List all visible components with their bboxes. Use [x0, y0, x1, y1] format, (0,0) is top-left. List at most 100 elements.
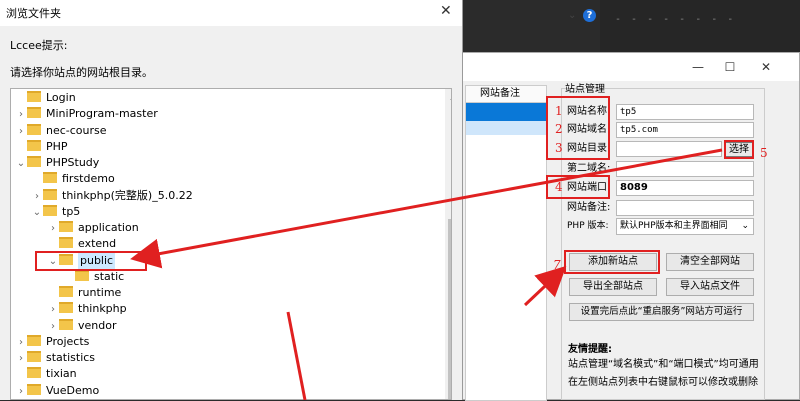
tree-item[interactable]: › thinkphp — [47, 301, 127, 317]
chevron-down-icon[interactable]: ⌄ — [15, 156, 27, 172]
editor-dashes: - - - - - - - - — [615, 14, 736, 25]
annotation-number-5: 5 — [760, 146, 768, 160]
site-list[interactable]: 网站备注 — [465, 85, 547, 401]
folder-icon — [27, 91, 41, 102]
folder-icon — [75, 269, 89, 281]
minimize-icon[interactable]: — — [683, 57, 713, 77]
export-all-sites-button[interactable]: 导出全部站点 — [569, 278, 657, 296]
clear-all-sites-button[interactable]: 清空全部网站 — [666, 253, 754, 271]
chevron-right-icon[interactable]: › — [15, 351, 27, 367]
tree-item[interactable]: › Projects — [15, 334, 89, 350]
folder-icon — [59, 237, 73, 249]
chevron-right-icon[interactable]: › — [47, 221, 59, 237]
tree-item[interactable]: › statistics — [15, 350, 95, 366]
browse-folder-dialog: 浏览文件夹 ✕ Lccee提示: 请选择你站点的网站根目录。 ▲ Login › M… — [0, 0, 463, 400]
tree-item[interactable]: › application — [47, 220, 139, 236]
tree-item[interactable]: › VueDemo — [15, 383, 99, 399]
tree-item-label: runtime — [78, 286, 122, 299]
site-management-title: 站点管理 — [565, 84, 605, 95]
tree-scrollbar[interactable]: ▲ — [445, 89, 451, 399]
dialog-prompt: Lccee提示: — [10, 39, 68, 52]
tips-line: 站点管理“域名模式”和“端口模式”均可通用 — [568, 359, 759, 370]
php-version-label: PHP 版本: — [567, 221, 609, 231]
scroll-up-icon[interactable]: ▲ — [445, 89, 451, 105]
dropdown-caret-icon[interactable]: ⌄ — [568, 10, 576, 21]
chevron-down-icon: ⌄ — [741, 221, 749, 231]
site-list-row[interactable] — [466, 121, 546, 135]
tree-item-label: thinkphp — [78, 302, 127, 316]
scrollbar-thumb[interactable] — [448, 219, 451, 399]
folder-icon — [27, 156, 41, 167]
tree-item[interactable]: Login — [15, 90, 76, 106]
tree-item[interactable]: › MiniProgram-master — [15, 106, 158, 122]
annotation-number-3: 3 — [555, 141, 563, 155]
tree-item-label: Projects — [46, 334, 90, 348]
chevron-right-icon[interactable]: › — [47, 319, 59, 335]
tree-item[interactable]: › vendor — [47, 318, 116, 334]
folder-icon — [59, 302, 73, 314]
tree-item-label: VueDemo — [46, 383, 100, 397]
dialog-instruction: 请选择你站点的网站根目录。 — [10, 66, 153, 79]
restart-service-button[interactable]: 设置完后点此“重启服务”网站方可运行 — [569, 303, 754, 321]
tree-item[interactable]: ⌄ PHPStudy — [15, 155, 99, 171]
folder-icon — [27, 107, 41, 119]
folder-icon — [59, 221, 73, 232]
tips-text: 站点管理“域名模式”和“端口模式”均可通用 在左侧站点列表中右键鼠标可以修改或删… — [568, 356, 760, 392]
tree-item-label: PHP — [46, 139, 68, 153]
tree-item-label: vendor — [78, 318, 117, 332]
annotation-box-choose — [724, 140, 754, 159]
tree-item[interactable]: firstdemo — [31, 171, 115, 187]
second-domain-field[interactable] — [616, 161, 754, 177]
folder-icon — [59, 286, 73, 297]
tree-item-label: Login — [46, 91, 76, 104]
tree-item[interactable]: tixian — [15, 366, 77, 382]
tree-item-label: MiniProgram-master — [46, 107, 158, 121]
site-name-field[interactable]: tp5 — [616, 104, 754, 120]
chevron-right-icon[interactable]: › — [15, 384, 27, 400]
tree-item-label: tixian — [46, 367, 77, 381]
folder-icon — [27, 383, 41, 395]
annotation-number-7: 7 — [553, 258, 561, 272]
close-icon[interactable]: ✕ — [751, 57, 781, 77]
site-domain-field[interactable]: tp5.com — [616, 122, 754, 138]
chevron-right-icon[interactable]: › — [15, 124, 27, 140]
site-list-header[interactable]: 网站备注 — [466, 86, 546, 103]
site-port-field[interactable]: 8089 — [616, 180, 754, 196]
tree-item[interactable]: runtime — [47, 285, 121, 301]
tree-item-label: statistics — [46, 351, 96, 364]
folder-icon — [59, 318, 73, 330]
tree-item[interactable]: › thinkphp(完整版)_5.0.22 — [31, 188, 193, 204]
site-note-field[interactable] — [616, 200, 754, 216]
folder-icon — [27, 367, 41, 379]
site-list-row-selected[interactable] — [466, 103, 546, 121]
tree-item-label: tp5 — [62, 204, 81, 218]
annotation-number-4: 4 — [555, 180, 563, 194]
site-dir-field[interactable] — [616, 141, 722, 157]
folder-icon — [27, 334, 41, 346]
chevron-down-icon[interactable]: ⌄ — [31, 205, 43, 221]
annotation-box-add — [564, 250, 660, 274]
tree-item-label: firstdemo — [62, 172, 115, 186]
tips-title: 友情提醒: — [568, 344, 612, 355]
folder-tree[interactable]: ▲ Login › MiniProgram-master › nec-course PHP… — [10, 88, 452, 400]
php-version-select[interactable]: 默认PHP版本和主界面相同 ⌄ — [616, 218, 754, 235]
annotation-box-public — [35, 250, 147, 271]
tree-item[interactable]: PHP — [15, 139, 68, 155]
tree-item-label: PHPStudy — [46, 156, 100, 169]
maximize-icon[interactable]: ☐ — [715, 57, 745, 77]
chevron-right-icon[interactable]: › — [31, 189, 43, 205]
chevron-right-icon[interactable]: › — [15, 335, 27, 351]
chevron-right-icon[interactable]: › — [15, 107, 27, 123]
tree-item-label: nec-course — [46, 123, 107, 137]
tree-item[interactable]: › nec-course — [15, 123, 107, 139]
import-site-file-button[interactable]: 导入站点文件 — [666, 278, 754, 296]
folder-icon — [27, 123, 41, 135]
php-version-value: 默认PHP版本和主界面相同 — [620, 221, 728, 231]
chevron-right-icon[interactable]: › — [47, 302, 59, 318]
close-icon[interactable]: ✕ — [440, 3, 452, 19]
tree-item[interactable]: static — [63, 269, 124, 285]
help-icon[interactable]: ? — [583, 9, 596, 22]
tree-item[interactable]: ⌄ tp5 — [31, 204, 80, 220]
folder-icon — [43, 204, 57, 216]
tree-item-label: application — [78, 221, 139, 234]
